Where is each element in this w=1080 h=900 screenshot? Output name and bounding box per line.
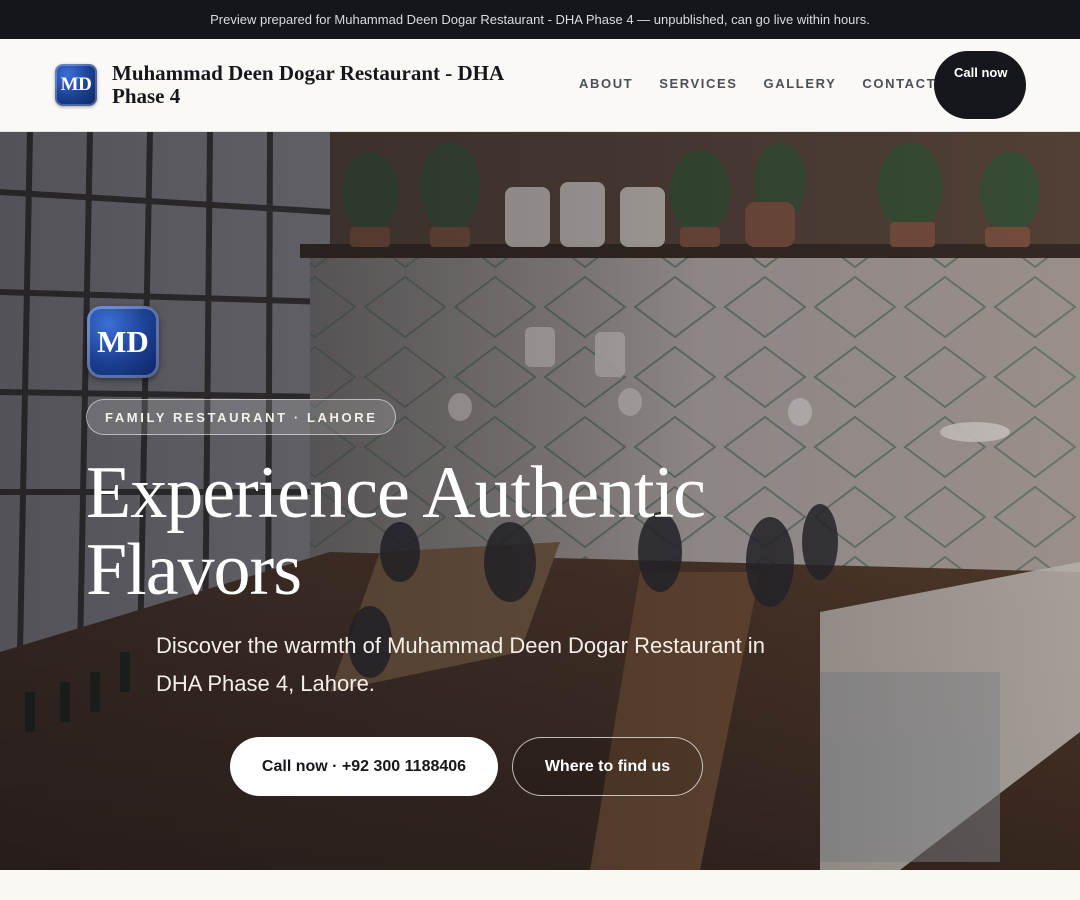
call-now-button[interactable]: Call now · +92 300 1188406 bbox=[230, 737, 498, 796]
hero-section: MD FAMILY RESTAURANT · LAHORE Experience… bbox=[0, 132, 1080, 870]
hero-logo-icon: MD bbox=[87, 306, 159, 378]
hero-title: Experience Authentic Flavors bbox=[86, 452, 706, 611]
main-nav: ABOUT SERVICES GALLERY CONTACT bbox=[579, 76, 936, 91]
nav-services[interactable]: SERVICES bbox=[659, 76, 737, 91]
header-call-button[interactable]: Call now bbox=[934, 51, 1026, 119]
nav-contact[interactable]: CONTACT bbox=[862, 76, 936, 91]
hero-subtitle: Discover the warmth of Muhammad Deen Dog… bbox=[156, 633, 765, 696]
brand-name[interactable]: Muhammad Deen Dogar Restaurant - DHA Pha… bbox=[112, 62, 552, 108]
brand-logo-icon[interactable]: MD bbox=[55, 64, 97, 106]
preview-banner-text: Preview prepared for Muhammad Deen Dogar… bbox=[210, 12, 870, 27]
site-header: MD Muhammad Deen Dogar Restaurant - DHA … bbox=[0, 39, 1080, 132]
where-to-find-us-button[interactable]: Where to find us bbox=[512, 737, 703, 796]
nav-about[interactable]: ABOUT bbox=[579, 76, 633, 91]
nav-gallery[interactable]: GALLERY bbox=[764, 76, 837, 91]
preview-banner: Preview prepared for Muhammad Deen Dogar… bbox=[0, 0, 1080, 39]
hero-tag: FAMILY RESTAURANT · LAHORE bbox=[86, 399, 397, 435]
